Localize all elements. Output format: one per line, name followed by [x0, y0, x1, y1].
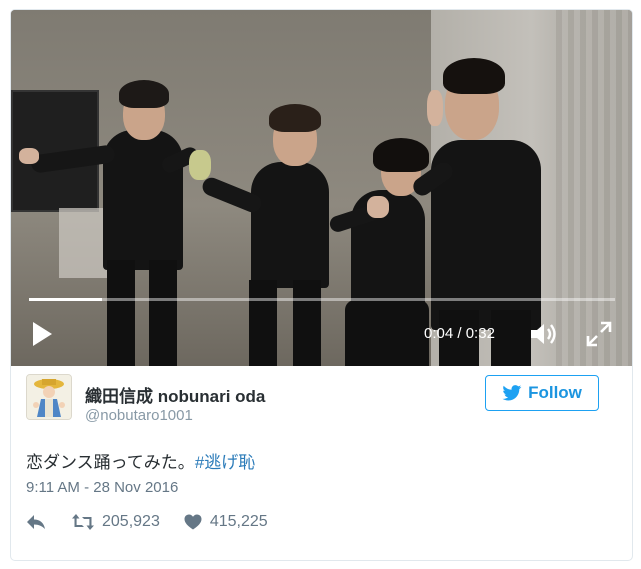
twitter-bird-icon [502, 385, 522, 401]
retweet-count: 205,923 [102, 513, 160, 530]
fullscreen-icon [586, 321, 612, 347]
video-frame-curtain [556, 10, 632, 366]
avatar-illustration [27, 375, 71, 419]
hashtag-link[interactable]: #逃げ恥 [195, 453, 255, 472]
retweet-button[interactable]: 205,923 [72, 513, 160, 531]
video-time-separator: / [457, 325, 462, 342]
tweet-text: 恋ダンス踊ってみた。#逃げ恥 [26, 448, 255, 473]
reply-icon [27, 515, 45, 529]
author-display-name[interactable]: 織田信成 nobunari oda [85, 382, 265, 407]
author-handle[interactable]: @nobutaro1001 [85, 407, 193, 424]
video-progress-fill [29, 298, 103, 301]
reply-button[interactable] [26, 514, 50, 530]
video-current-time: 0:04 [424, 325, 454, 342]
like-count: 415,225 [209, 513, 268, 530]
avatar[interactable] [26, 374, 72, 420]
retweet-icon [72, 514, 94, 530]
follow-button-label: Follow [528, 383, 582, 402]
play-icon [33, 322, 52, 346]
tweet-text-body: 恋ダンス踊ってみた。 [26, 453, 195, 472]
like-button[interactable]: 415,225 [184, 513, 268, 531]
fullscreen-button[interactable] [586, 321, 612, 347]
embedded-tweet-card: 0:04 / 0:32 織田信成 nobunari oda @nobutaro1… [10, 9, 633, 561]
heart-icon [184, 514, 202, 530]
video-player[interactable]: 0:04 / 0:32 [11, 10, 632, 366]
tweet-timestamp[interactable]: 9:11 AM - 28 Nov 2016 [26, 479, 178, 496]
play-button[interactable] [30, 321, 54, 347]
video-progress-bar[interactable] [29, 298, 615, 301]
follow-button[interactable]: Follow [485, 375, 599, 411]
volume-button[interactable] [529, 321, 559, 347]
tweet-actions: 205,923 415,225 [26, 511, 268, 533]
volume-icon [531, 324, 556, 344]
video-duration: 0:32 [465, 325, 495, 342]
video-time-display: 0:04 / 0:32 [424, 325, 495, 342]
